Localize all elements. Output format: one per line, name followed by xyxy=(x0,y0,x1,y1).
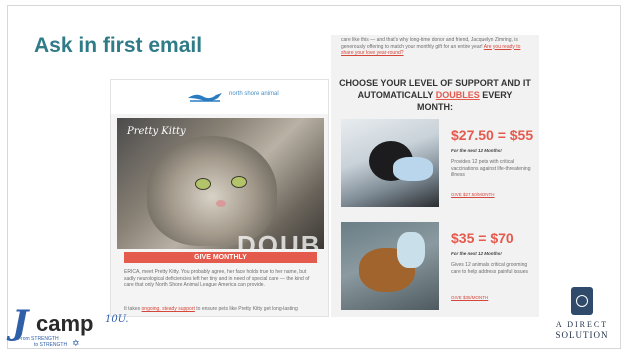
body-text-post: to ensure pets like Pretty Kitty get lon… xyxy=(194,306,298,312)
photo-caption: Pretty Kitty xyxy=(127,126,186,137)
cat-photo: Pretty Kitty DOUB xyxy=(117,118,324,249)
cat-eye-left xyxy=(195,178,211,190)
support-tier: $35 = $70 For the next 12 Months! Gives … xyxy=(341,222,531,310)
cat-nose xyxy=(216,200,226,207)
tier-subtitle: For the next 12 Months! xyxy=(451,251,502,256)
choose-automatic: AUTOMATICALLY xyxy=(357,90,436,100)
choose-every: EVERY xyxy=(479,90,513,100)
jcamp-tagline-2: to STRENGTH xyxy=(34,342,68,348)
tier-subtitle: For the next 12 Months! xyxy=(451,148,502,153)
email-logo-text: north shore animal xyxy=(229,91,279,97)
give-monthly-button[interactable]: GIVE MONTHLY xyxy=(124,252,317,263)
gloved-hand xyxy=(397,232,425,268)
tier-description: Gives 12 animals critical grooming care … xyxy=(451,262,528,275)
jcamp-logo: J camp 10U. From STRENGTH to STRENGTH ✡ xyxy=(12,306,152,350)
give-tier-link[interactable]: GIVE $35/MONTH xyxy=(451,295,488,300)
email-body-text: ERICA, meet Pretty Kitty. You probably a… xyxy=(124,269,310,288)
email-logo-row: north shore animal xyxy=(111,80,328,114)
photo-overlay-text: DOUB xyxy=(237,230,322,249)
kitten-photo xyxy=(341,119,439,207)
north-shore-animal-logo-icon xyxy=(188,93,222,102)
choose-line-3: MONTH: xyxy=(417,102,453,112)
support-tier: $27.50 = $55 For the next 12 Months! Pro… xyxy=(341,119,534,207)
email-preview-right: care like this — and that's why long-tim… xyxy=(331,35,539,317)
jcamp-logo-j: J xyxy=(12,303,29,343)
ads-line-1: A DIRECT xyxy=(555,320,609,329)
tier-description: Provides 12 pets with critical vaccinati… xyxy=(451,159,531,178)
slide: Ask in first email north shore animal Pr… xyxy=(0,0,630,356)
cat-eye-right xyxy=(231,176,247,188)
email-body-text-2: It takes ongoing, steady support to ensu… xyxy=(124,306,317,313)
puppy-photo xyxy=(341,222,439,310)
email-intro-text: care like this — and that's why long-tim… xyxy=(341,37,531,57)
jcamp-logo-camp: camp xyxy=(36,311,94,336)
ads-line-2: SOLUTION xyxy=(555,330,609,340)
tier-price: $27.50 = $55 xyxy=(451,127,534,143)
star-of-david-icon: ✡ xyxy=(72,338,80,348)
jcamp-logo-10u: 10U. xyxy=(105,314,129,325)
choose-line-2: AUTOMATICALLY DOUBLES EVERY xyxy=(337,89,533,101)
gloved-hand xyxy=(393,157,433,181)
heart-badge-icon xyxy=(571,287,593,315)
give-tier-link[interactable]: GIVE $27.50/MONTH xyxy=(451,192,495,197)
tier-price: $35 = $70 xyxy=(451,230,514,246)
a-direct-solution-logo: A DIRECT SOLUTION xyxy=(547,287,617,349)
doubles-emphasis: DOUBLES xyxy=(435,90,480,100)
choose-line-1: CHOOSE YOUR LEVEL OF SUPPORT AND IT xyxy=(339,78,531,88)
slide-title: Ask in first email xyxy=(34,34,203,57)
choose-level-heading: CHOOSE YOUR LEVEL OF SUPPORT AND IT AUTO… xyxy=(337,77,533,113)
heart-icon xyxy=(576,295,588,307)
email-preview-left: north shore animal Pretty Kitty DOUB GIV… xyxy=(110,79,329,317)
